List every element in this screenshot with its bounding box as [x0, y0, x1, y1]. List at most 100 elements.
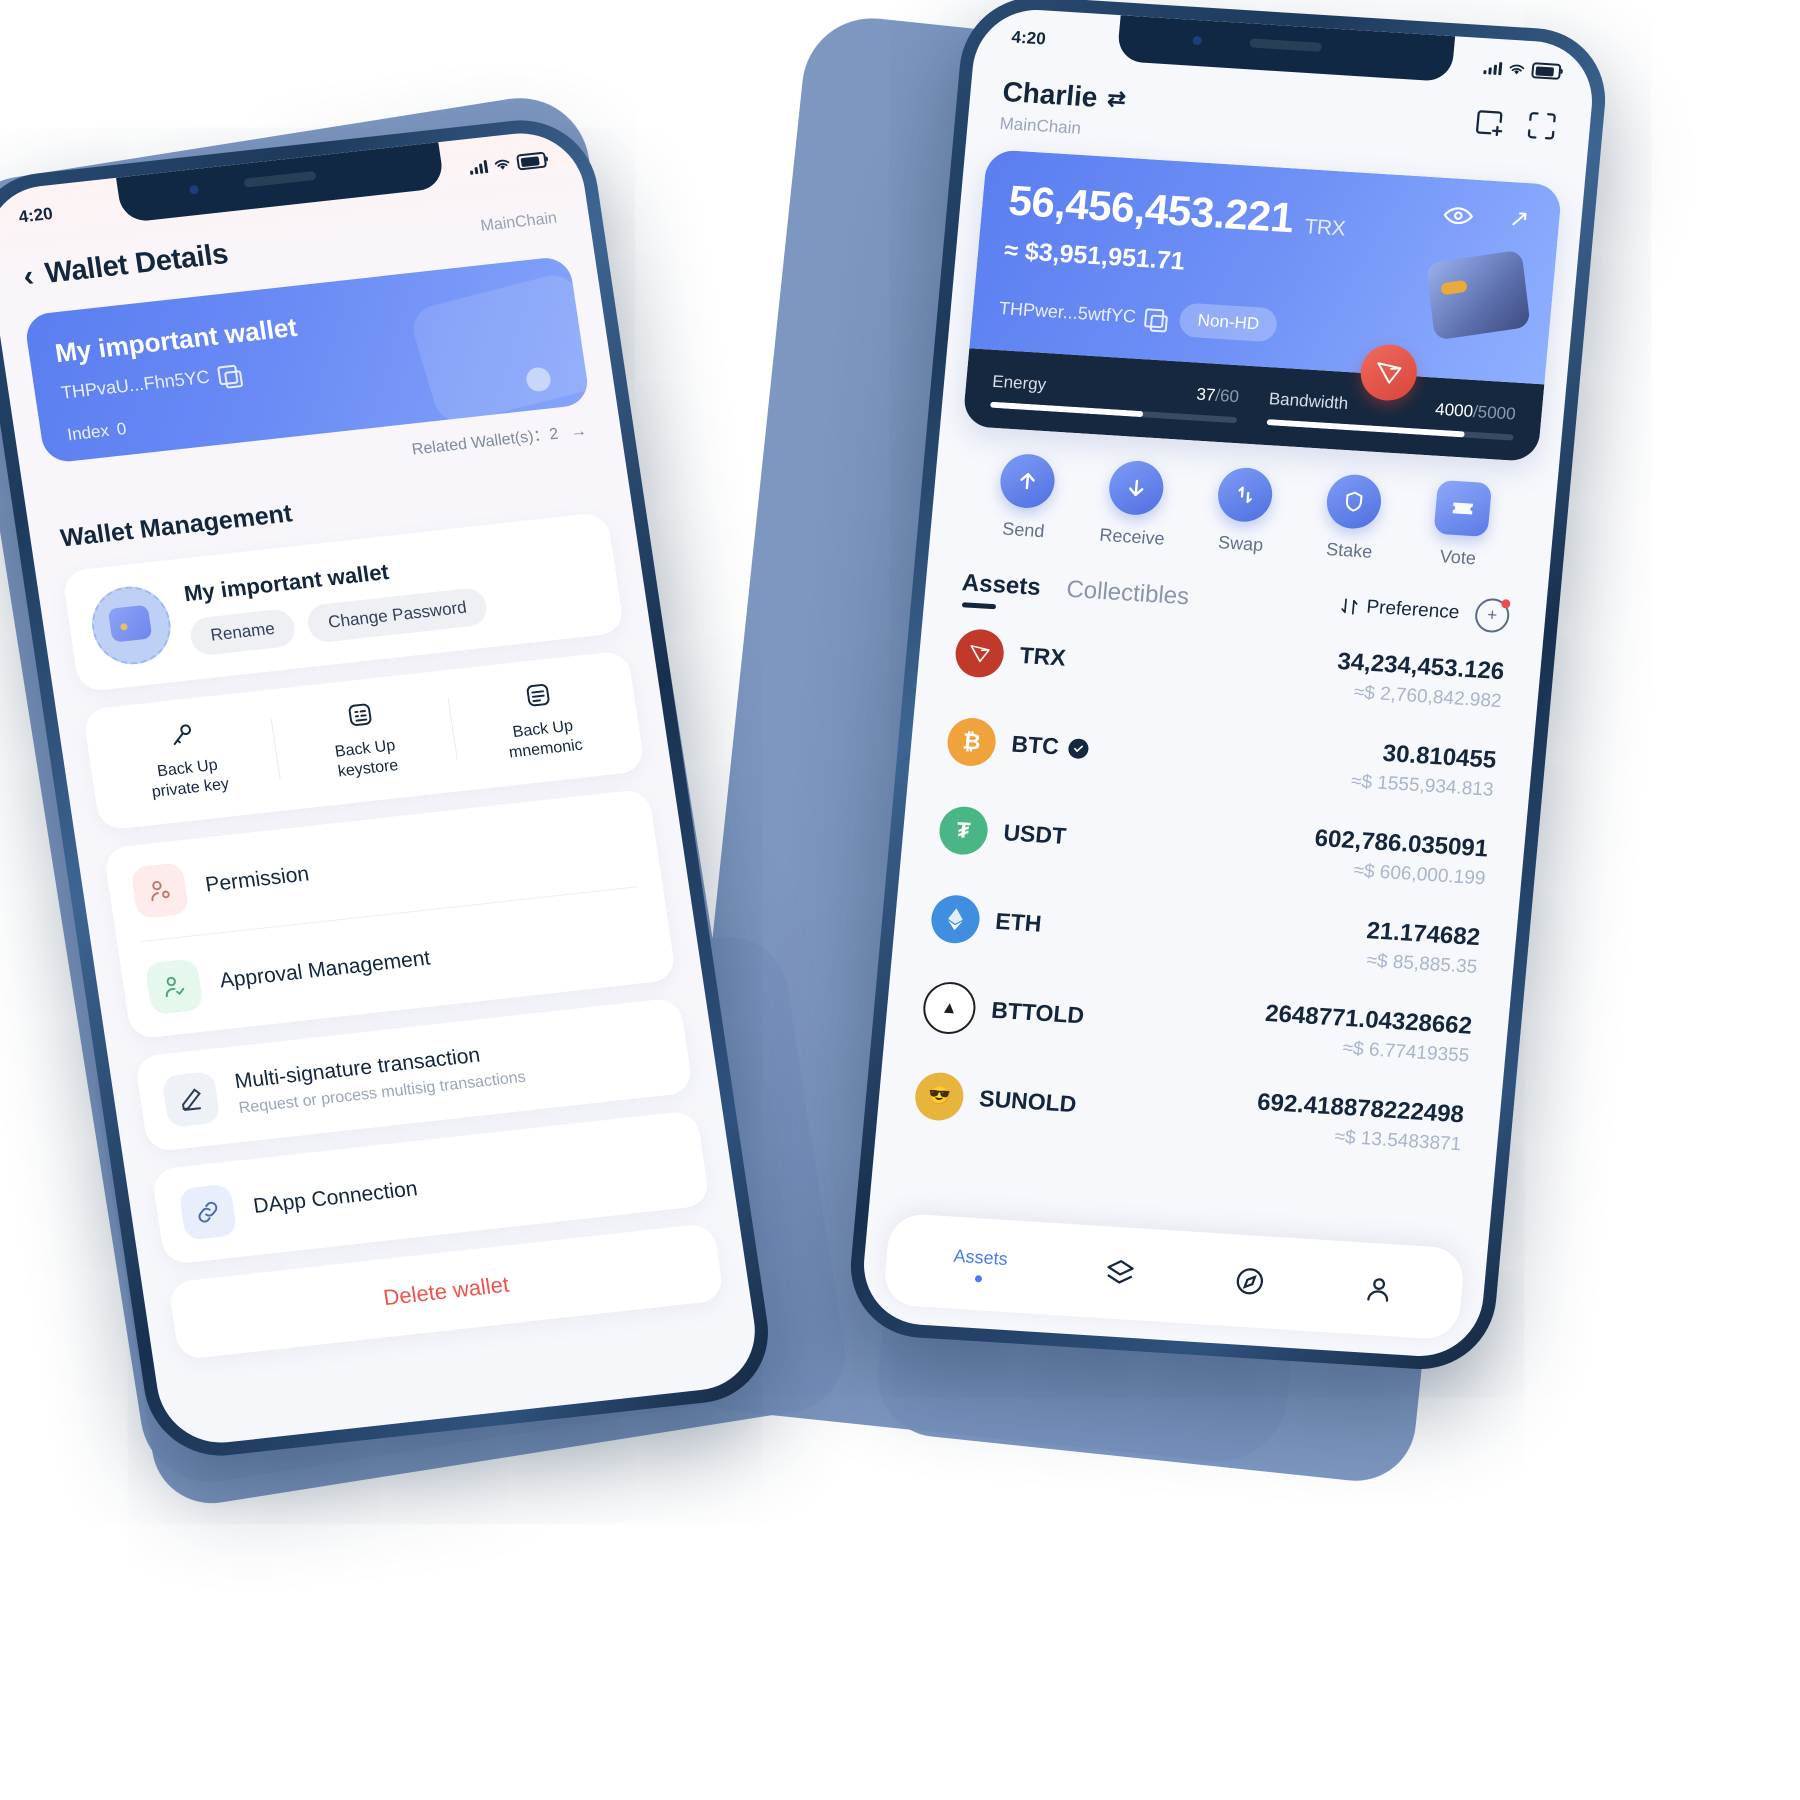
profile-icon — [1367, 1278, 1389, 1302]
battery-icon — [515, 151, 548, 171]
resource-energy-max: /60 — [1214, 385, 1240, 407]
action-swap[interactable]: Swap — [1185, 464, 1302, 557]
verified-badge-icon — [1067, 737, 1090, 759]
rename-button[interactable]: Rename — [188, 607, 298, 657]
status-time: 4:20 — [1010, 27, 1047, 49]
asset-usd: ≈$ 85,885.35 — [1365, 950, 1479, 979]
screen-wallet-home: 4:20 Charlie ⇄ MainChain ↗ 56,456,453.22… — [858, 6, 1598, 1360]
arrow-down-icon — [1107, 459, 1166, 517]
status-badge-nonhd: Non-HD — [1178, 302, 1279, 343]
copy-icon[interactable] — [1143, 307, 1165, 328]
battery-icon — [1531, 62, 1562, 80]
change-password-button[interactable]: Change Password — [305, 586, 490, 644]
asset-list: TRX 34,234,453.126 ≈$ 2,760,842.982 ₿ BT… — [897, 606, 1520, 1174]
chevron-left-icon[interactable]: ‹ — [21, 259, 36, 293]
asset-amount: 30.810455 — [1381, 739, 1498, 774]
phone-mockup-wallet-home: 4:20 Charlie ⇄ MainChain ↗ 56,456,453.22… — [844, 0, 1612, 1374]
tabbar-item-layers[interactable] — [1103, 1256, 1138, 1290]
balance-card: ↗ 56,456,453.221 TRX ≈ $3,951,951.71 THP… — [962, 149, 1563, 463]
account-switch-icon[interactable]: ⇄ — [1106, 86, 1127, 113]
asset-usd: ≈$ 1555,934.813 — [1350, 770, 1495, 801]
link-icon — [178, 1183, 238, 1241]
asset-symbol: ETH — [994, 907, 1043, 937]
resource-bandwidth-label: Bandwidth — [1268, 389, 1350, 414]
tron-logo-icon — [953, 627, 1006, 679]
asset-amount: 34,234,453.126 — [1336, 647, 1506, 686]
bittorrent-icon: ▲ — [921, 979, 978, 1036]
wallet-index-label: Index — [66, 420, 111, 445]
backup-private-key-button[interactable]: Back Up private key — [91, 708, 281, 809]
add-wallet-icon[interactable] — [1472, 106, 1507, 140]
front-camera-icon — [189, 184, 200, 195]
action-send[interactable]: Send — [968, 451, 1085, 544]
status-indicators — [468, 151, 548, 176]
wallet-illustration — [407, 269, 591, 428]
explore-icon — [1236, 1268, 1263, 1295]
tab-collectibles[interactable]: Collectibles — [1064, 576, 1190, 622]
chain-label: MainChain — [998, 113, 1082, 138]
earpiece-speaker — [1249, 38, 1323, 52]
menu-item-dapp-label: DApp Connection — [251, 1177, 420, 1218]
balance-top: ↗ 56,456,453.221 TRX ≈ $3,951,951.71 THP… — [969, 149, 1563, 403]
action-stake[interactable]: Stake — [1294, 471, 1411, 564]
account-address: THPwer...5wtfYC — [998, 297, 1137, 327]
status-indicators — [1483, 59, 1562, 80]
account-name: Charlie — [1001, 75, 1099, 113]
tabbar-item-explore[interactable] — [1232, 1264, 1267, 1298]
chain-label: MainChain — [479, 209, 558, 235]
add-token-icon[interactable]: + — [1473, 597, 1511, 634]
sun-token-icon: 😎 — [913, 1070, 966, 1122]
asset-symbol: USDT — [1002, 819, 1068, 850]
account-switcher[interactable]: Charlie ⇄ — [1001, 76, 1127, 116]
preference-label: Preference — [1365, 596, 1461, 624]
action-receive[interactable]: Receive — [1077, 458, 1194, 551]
tabbar-item-assets[interactable]: Assets — [951, 1245, 1009, 1283]
action-vote[interactable]: Vote — [1403, 478, 1520, 571]
signal-bars-icon — [468, 159, 489, 175]
arrow-up-icon — [998, 452, 1058, 510]
asset-usd: ≈$ 2,760,842.982 — [1352, 681, 1503, 713]
balance-amount: 56,456,453.221 — [1006, 176, 1296, 242]
wifi-icon — [494, 159, 510, 170]
active-indicator-dot — [974, 1274, 983, 1282]
copy-icon[interactable] — [217, 364, 239, 386]
wallet-3d-icon — [1425, 249, 1531, 341]
menu-item-permission-label: Permission — [203, 862, 311, 897]
sort-arrows-icon — [1341, 598, 1358, 615]
eye-icon[interactable] — [1442, 204, 1474, 228]
shield-icon — [1324, 473, 1384, 531]
wifi-icon — [1509, 64, 1525, 75]
resource-energy-value: 37 — [1195, 384, 1217, 405]
asset-amount: 602,786.035091 — [1313, 824, 1490, 863]
account-address-row[interactable]: THPwer...5wtfYC — [998, 298, 1165, 329]
asset-symbol: BTC — [1010, 730, 1061, 760]
tab-assets[interactable]: Assets — [960, 569, 1042, 612]
related-wallets-label: Related Wallet(s)：2 — [410, 425, 560, 459]
arrow-up-right-icon[interactable]: ↗ — [1508, 204, 1531, 234]
backup-keystore-button[interactable]: Back Up keystore — [269, 688, 459, 789]
tabbar-assets-label: Assets — [952, 1245, 1009, 1269]
front-camera-icon — [1191, 35, 1202, 46]
balance-unit: TRX — [1303, 215, 1347, 241]
resource-energy-label: Energy — [991, 371, 1048, 395]
tabbar-item-profile[interactable] — [1361, 1272, 1396, 1306]
swap-icon — [1215, 466, 1275, 524]
backup-mnemonic-button[interactable]: Back Up mnemonic — [446, 669, 636, 770]
scan-qr-icon[interactable] — [1524, 109, 1559, 143]
wallet-avatar-icon — [86, 582, 176, 669]
layers-icon — [1107, 1260, 1134, 1284]
ethereum-icon — [929, 893, 982, 945]
page-title: Wallet Details — [43, 238, 231, 290]
preference-button[interactable]: Preference — [1339, 595, 1460, 624]
tether-icon: ₮ — [937, 804, 990, 856]
ticket-icon — [1432, 479, 1492, 538]
asset-symbol: TRX — [1018, 641, 1067, 671]
bitcoin-icon: ₿ — [945, 716, 998, 767]
backup-keystore-line2: keystore — [336, 756, 400, 781]
asset-symbol: BTTOLD — [990, 996, 1086, 1029]
wallet-address: THPvaU...Fhn5YC — [59, 366, 211, 403]
approval-user-check-icon — [144, 958, 204, 1016]
arrow-right-icon: → — [569, 422, 588, 442]
status-time: 4:20 — [17, 204, 55, 227]
resource-bandwidth-max: /5000 — [1472, 402, 1517, 424]
